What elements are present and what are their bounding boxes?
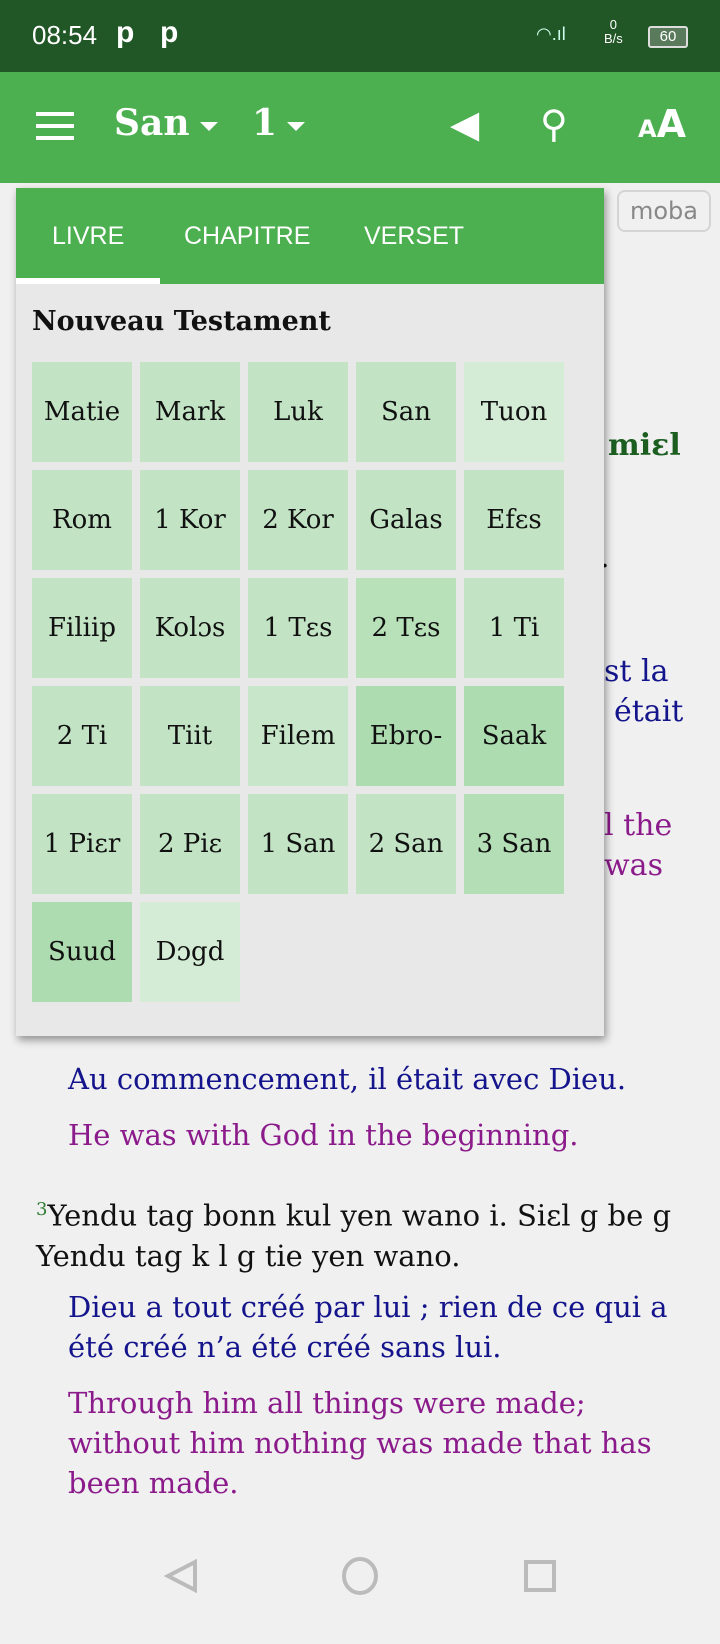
book-tile[interactable]: Matie [32,362,132,462]
back-icon [163,1558,197,1594]
book-tile[interactable]: 2 Piɛ [140,794,240,894]
book-label: San [114,102,190,144]
book-tile[interactable]: 1 Kor [140,470,240,570]
book-tile[interactable]: Ebro- [356,686,456,786]
text-fragment: was [604,848,663,883]
book-tile[interactable]: San [356,362,456,462]
chapter-selector[interactable]: 1 [252,102,306,144]
recents-icon [524,1560,556,1592]
menu-icon[interactable] [36,112,74,142]
tab-verset[interactable]: VERSET [364,222,464,251]
book-tile[interactable]: 2 Ti [32,686,132,786]
notification-icon: p [116,16,135,49]
app-bar: San 1 ◀ ⚲ AA [0,72,720,183]
verse-moba: 3Yendu tag bonn kul yen wano i. Siɛl g b… [36,1190,700,1276]
book-tile[interactable]: 2 Kor [248,470,348,570]
verse-french: Au commencement, il était avec Dieu. [68,1062,627,1096]
text-fragment: st la [604,654,669,689]
book-tile[interactable]: 2 Tɛs [356,578,456,678]
battery-icon: 60 [648,26,688,48]
status-bar: 08:54 p p ◠.ıl 0 B/s 60 [0,0,720,72]
net-speed-unit: B/s [604,31,623,46]
text-size-icon[interactable]: AA [638,102,686,146]
book-tile[interactable]: Tuon [464,362,564,462]
verse-text: Yendu tag bonn kul yen wano i. Siɛl g be… [36,1198,672,1273]
book-tile[interactable]: Filiip [32,578,132,678]
book-tile[interactable]: 1 Tɛs [248,578,348,678]
book-tile[interactable]: Efɛs [464,470,564,570]
book-tile[interactable]: Dɔgd [140,902,240,1002]
book-tile[interactable]: 3 San [464,794,564,894]
active-tab-indicator [16,278,160,284]
book-tile[interactable]: Tiit [140,686,240,786]
book-tile[interactable]: Galas [356,470,456,570]
dropdown-icon [199,121,218,131]
book-tile[interactable]: 1 Piɛr [32,794,132,894]
book-tile[interactable]: Mark [140,362,240,462]
book-tile[interactable]: Filem [248,686,348,786]
notification-icon: p [160,16,179,49]
book-tile[interactable]: Kolɔs [140,578,240,678]
tab-chapitre[interactable]: CHAPITRE [184,222,310,251]
book-tile[interactable]: Rom [32,470,132,570]
verse-english: Through him all things were made; withou… [68,1386,652,1500]
net-speed: 0 B/s [604,18,623,46]
text-fragment: était [614,694,684,729]
book-tile[interactable]: 2 San [356,794,456,894]
navigation-bar [0,1540,720,1640]
section-title: Nouveau Testament [32,306,331,337]
book-tile[interactable]: Luk [248,362,348,462]
home-icon [342,1557,378,1595]
net-speed-value: 0 [609,17,618,32]
book-tile[interactable]: 1 Ti [464,578,564,678]
book-picker-popup: LIVRE CHAPITRE VERSET Nouveau Testament … [16,188,604,1036]
search-icon[interactable]: ⚲ [540,102,568,146]
clock: 08:54 [32,20,98,50]
tab-livre[interactable]: LIVRE [52,222,124,251]
dropdown-icon [287,121,306,131]
book-tile[interactable]: Suud [32,902,132,1002]
book-selector[interactable]: San [114,102,218,144]
chapter-label: 1 [252,102,278,144]
book-grid: Matie Mark Luk San Tuon Rom 1 Kor 2 Kor Galas Efɛ… [32,362,564,1002]
book-tile[interactable]: 1 San [248,794,348,894]
speaker-icon[interactable]: ◀ [450,102,479,146]
text-fragment: l the [604,808,673,843]
language-badge[interactable]: moba [617,190,711,232]
wifi-signal-icon: ◠.ıl [536,24,566,44]
heading-fragment: miɛl [608,428,681,463]
book-tile[interactable]: Saak [464,686,564,786]
verse-english: He was with God in the beginning. [68,1118,579,1152]
verse-number: 3 [36,1199,48,1220]
verse-french: Dieu a tout créé par lui ; rien de ce qu… [68,1290,668,1364]
picker-tabs: LIVRE CHAPITRE VERSET [16,188,604,284]
